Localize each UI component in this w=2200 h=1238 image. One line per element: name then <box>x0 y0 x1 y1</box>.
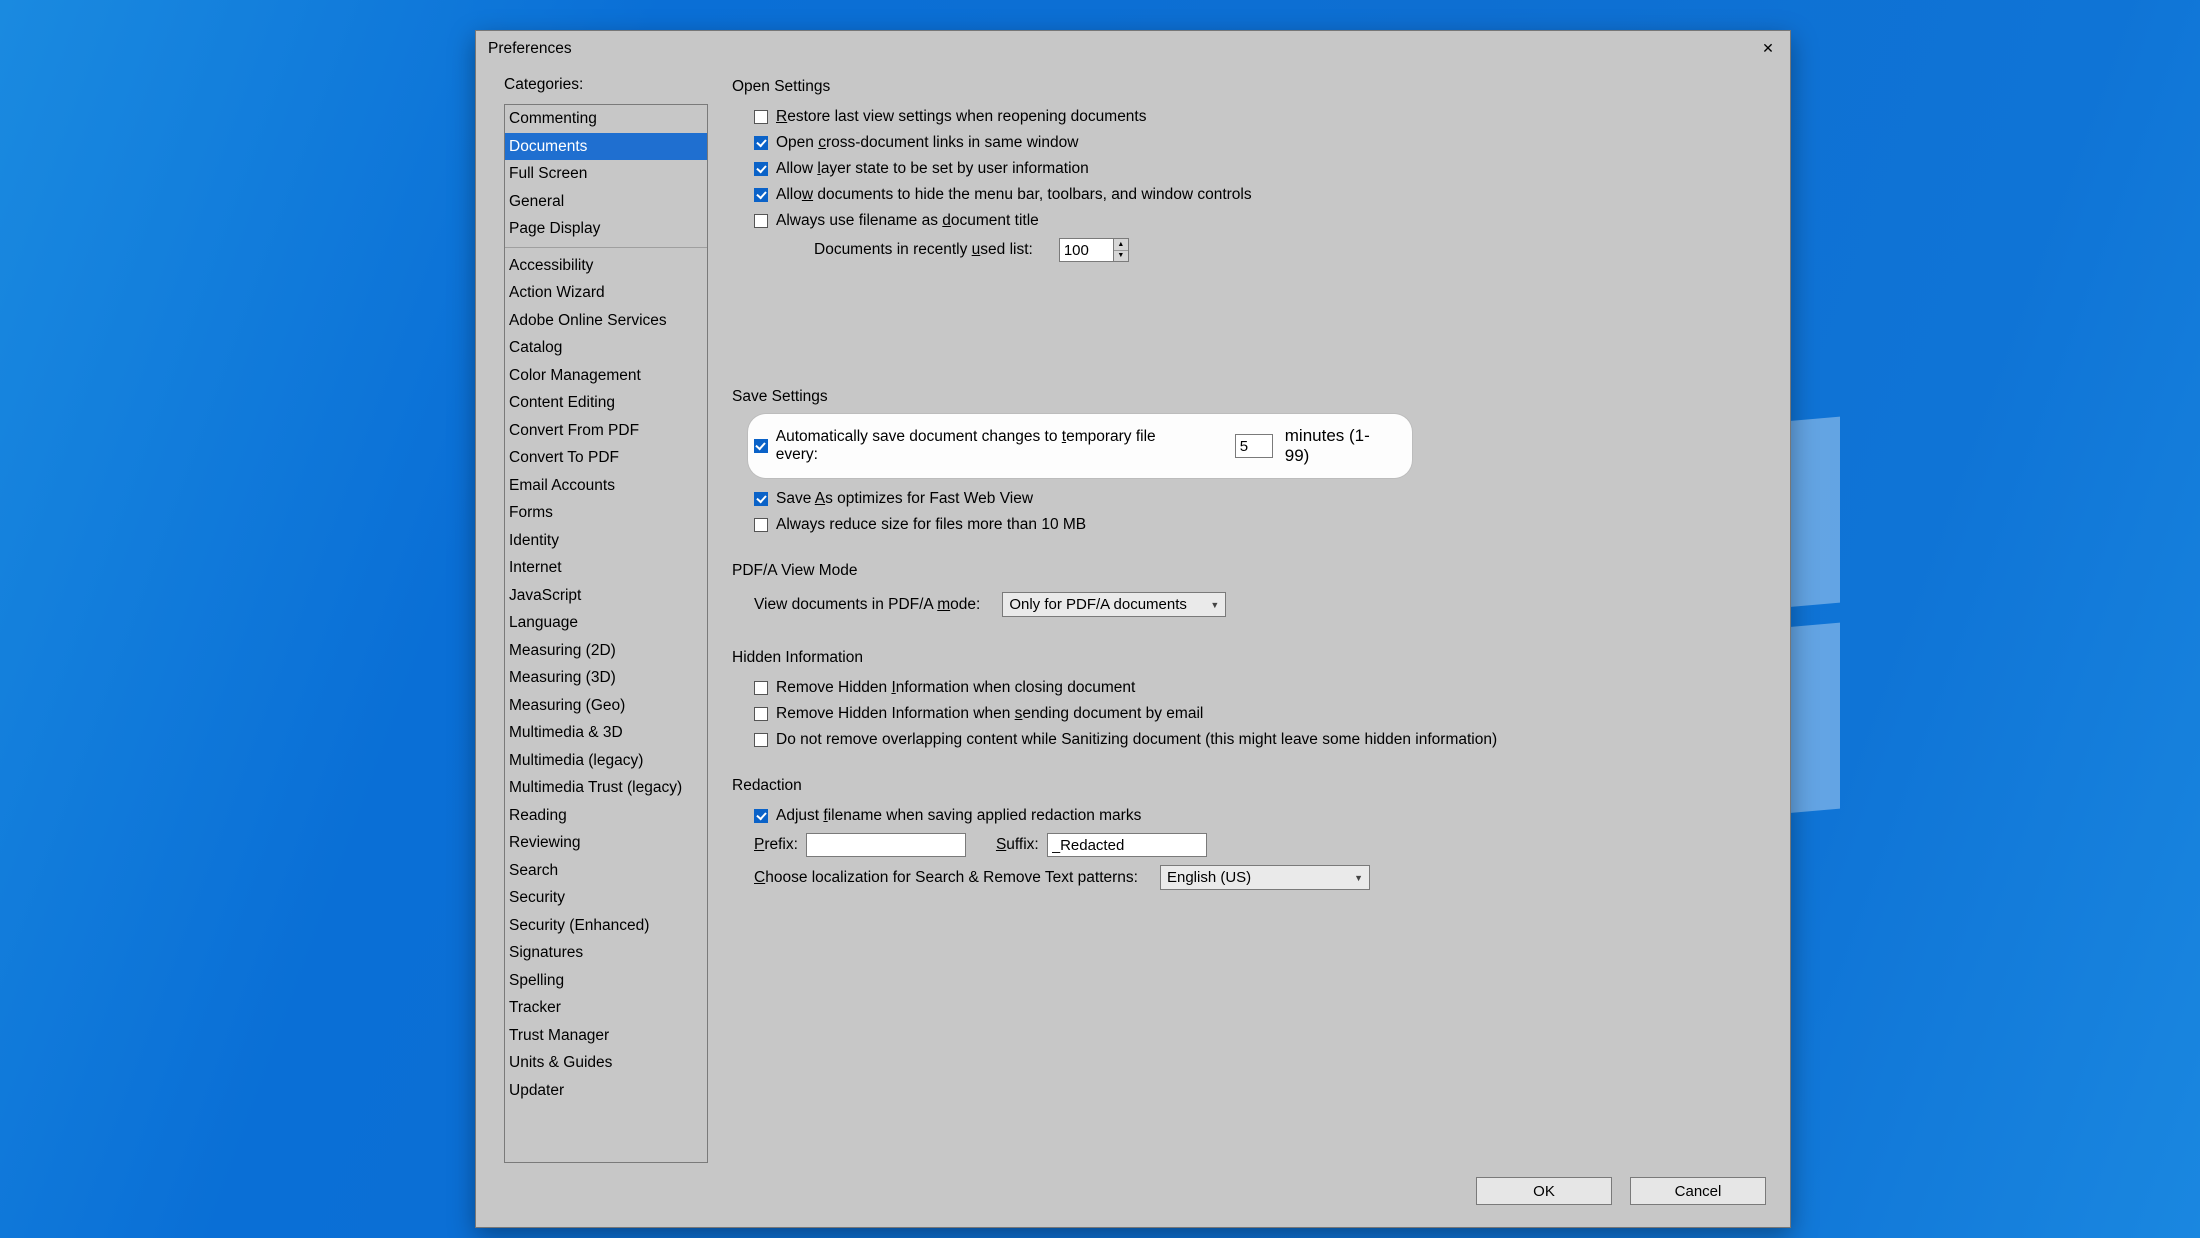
pdfa-mode-combo[interactable]: Only for PDF/A documents▼ <box>1002 592 1226 617</box>
category-item[interactable]: Identity <box>505 527 707 555</box>
category-item[interactable]: Full Screen <box>505 160 707 188</box>
category-item[interactable]: Reviewing <box>505 829 707 857</box>
category-item[interactable]: Multimedia & 3D <box>505 719 707 747</box>
cross-doc-links-checkbox[interactable] <box>754 136 768 150</box>
close-icon[interactable]: ✕ <box>1754 37 1782 61</box>
category-item[interactable]: Multimedia Trust (legacy) <box>505 774 707 802</box>
dialog-footer: OK Cancel <box>476 1163 1790 1227</box>
category-item[interactable]: Convert To PDF <box>505 444 707 472</box>
group-hidden-title: Hidden Information <box>732 649 1766 667</box>
preferences-dialog: Preferences ✕ Categories: CommentingDocu… <box>475 30 1791 1228</box>
category-item[interactable]: Color Management <box>505 362 707 390</box>
category-item[interactable]: Content Editing <box>505 389 707 417</box>
hide-bars-label: Allow documents to hide the menu bar, to… <box>776 186 1252 204</box>
prefix-input[interactable] <box>806 833 966 857</box>
layer-state-checkbox[interactable] <box>754 162 768 176</box>
remove-on-close-label: Remove Hidden Information when closing d… <box>776 679 1135 697</box>
category-item[interactable]: Commenting <box>505 105 707 133</box>
overlap-label: Do not remove overlapping content while … <box>776 731 1497 749</box>
category-item[interactable]: Convert From PDF <box>505 417 707 445</box>
group-pdfa-title: PDF/A View Mode <box>732 562 1766 580</box>
group-open-title: Open Settings <box>732 78 1766 96</box>
category-item[interactable]: Measuring (Geo) <box>505 692 707 720</box>
category-item[interactable]: Trust Manager <box>505 1022 707 1050</box>
category-item[interactable]: Spelling <box>505 967 707 995</box>
restore-view-checkbox[interactable] <box>754 110 768 124</box>
category-item[interactable]: Units & Guides <box>505 1049 707 1077</box>
remove-on-send-label: Remove Hidden Information when sending d… <box>776 705 1203 723</box>
category-separator <box>505 247 707 248</box>
adjust-filename-label: Adjust filename when saving applied reda… <box>776 807 1141 825</box>
prefix-label: Prefix: <box>754 836 798 854</box>
categories-list[interactable]: CommentingDocumentsFull ScreenGeneralPag… <box>504 104 708 1163</box>
locale-combo[interactable]: English (US)▼ <box>1160 865 1370 890</box>
recent-list-input[interactable] <box>1059 238 1113 262</box>
category-item[interactable]: Reading <box>505 802 707 830</box>
categories-label: Categories: <box>504 76 708 94</box>
reduce-size-label: Always reduce size for files more than 1… <box>776 516 1086 534</box>
reduce-size-checkbox[interactable] <box>754 518 768 532</box>
hide-bars-checkbox[interactable] <box>754 188 768 202</box>
fast-web-checkbox[interactable] <box>754 492 768 506</box>
category-item[interactable]: JavaScript <box>505 582 707 610</box>
ok-button[interactable]: OK <box>1476 1177 1612 1205</box>
adjust-filename-checkbox[interactable] <box>754 809 768 823</box>
chevron-down-icon[interactable]: ▼ <box>1114 251 1128 262</box>
filename-as-title-label: Always use filename as document title <box>776 212 1039 230</box>
category-item[interactable]: Security (Enhanced) <box>505 912 707 940</box>
autosave-suffix: minutes (1-99) <box>1285 426 1392 466</box>
category-item[interactable]: Documents <box>505 133 707 161</box>
suffix-label: Suffix: <box>996 836 1039 854</box>
pdfa-mode-label: View documents in PDF/A mode: <box>754 596 980 614</box>
category-item[interactable]: Email Accounts <box>505 472 707 500</box>
category-item[interactable]: Measuring (2D) <box>505 637 707 665</box>
category-item[interactable]: Measuring (3D) <box>505 664 707 692</box>
category-item[interactable]: Internet <box>505 554 707 582</box>
layer-state-label: Allow layer state to be set by user info… <box>776 160 1089 178</box>
category-item[interactable]: Forms <box>505 499 707 527</box>
category-item[interactable]: Signatures <box>505 939 707 967</box>
recent-list-label: Documents in recently used list: <box>814 241 1033 259</box>
remove-on-close-checkbox[interactable] <box>754 681 768 695</box>
category-item[interactable]: General <box>505 188 707 216</box>
titlebar[interactable]: Preferences ✕ <box>476 31 1790 66</box>
category-item[interactable]: Updater <box>505 1077 707 1105</box>
cross-doc-links-label: Open cross-document links in same window <box>776 134 1078 152</box>
overlap-checkbox[interactable] <box>754 733 768 747</box>
category-item[interactable]: Catalog <box>505 334 707 362</box>
filename-as-title-checkbox[interactable] <box>754 214 768 228</box>
desktop: Preferences ✕ Categories: CommentingDocu… <box>0 0 2200 1238</box>
restore-view-label: Restore last view settings when reopenin… <box>776 108 1147 126</box>
chevron-down-icon: ▼ <box>1354 873 1363 883</box>
category-item[interactable]: Multimedia (legacy) <box>505 747 707 775</box>
chevron-up-icon[interactable]: ▲ <box>1114 239 1128 251</box>
group-redaction-title: Redaction <box>732 777 1766 795</box>
fast-web-label: Save As optimizes for Fast Web View <box>776 490 1033 508</box>
suffix-input[interactable] <box>1047 833 1207 857</box>
category-item[interactable]: Accessibility <box>505 252 707 280</box>
category-item[interactable]: Language <box>505 609 707 637</box>
autosave-minutes-input[interactable] <box>1235 434 1273 458</box>
autosave-label: Automatically save document changes to t… <box>776 428 1193 464</box>
chevron-down-icon: ▼ <box>1210 600 1219 610</box>
category-item[interactable]: Page Display <box>505 215 707 243</box>
autosave-highlight: Automatically save document changes to t… <box>748 414 1412 478</box>
category-item[interactable]: Tracker <box>505 994 707 1022</box>
group-save-title: Save Settings <box>732 388 1766 406</box>
recent-list-spinner[interactable]: ▲▼ <box>1059 238 1129 262</box>
category-item[interactable]: Search <box>505 857 707 885</box>
category-item[interactable]: Security <box>505 884 707 912</box>
locale-label: Choose localization for Search & Remove … <box>754 869 1138 887</box>
window-title: Preferences <box>488 40 1754 58</box>
cancel-button[interactable]: Cancel <box>1630 1177 1766 1205</box>
autosave-checkbox[interactable] <box>754 439 768 453</box>
remove-on-send-checkbox[interactable] <box>754 707 768 721</box>
category-item[interactable]: Action Wizard <box>505 279 707 307</box>
category-item[interactable]: Adobe Online Services <box>505 307 707 335</box>
